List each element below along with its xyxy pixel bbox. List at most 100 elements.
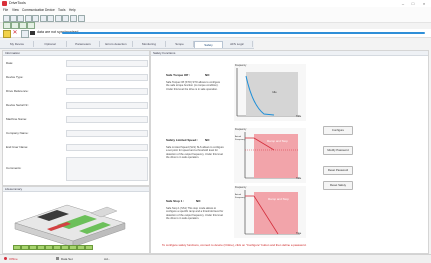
tab-errors-detection[interactable]: Errors detection — [100, 41, 133, 47]
sto-x-label: Time — [296, 115, 302, 118]
sls-graph — [244, 132, 300, 179]
tab-my-device[interactable]: My Device — [1, 41, 34, 47]
offline-status: Offline — [9, 257, 18, 261]
view-grid-icon[interactable] — [3, 22, 11, 29]
sto-chart: Frequency Idle Time — [234, 64, 306, 121]
company-name-field[interactable] — [66, 130, 148, 137]
menu-view[interactable]: View — [12, 8, 19, 12]
ss1-zone-label: Ramp and Stop — [268, 197, 289, 201]
menu-device[interactable]: Device — [45, 8, 55, 12]
sls-state: NO — [205, 138, 210, 142]
status-led-5 — [45, 245, 53, 250]
toolbar — [0, 13, 431, 23]
tab-afs-logic[interactable]: AFS Logic — [222, 41, 253, 47]
tab-scope[interactable]: Scope — [166, 41, 194, 47]
lifesummary-header: Lifesummary — [3, 187, 149, 192]
configure-button[interactable]: Configure — [323, 126, 353, 135]
error-icon: ✕ — [12, 30, 18, 36]
menu-communication[interactable]: Communication — [22, 8, 44, 12]
app-icon — [2, 1, 7, 6]
new-icon[interactable] — [3, 15, 10, 22]
ss1-chart: Frequency Actual Frequency Ramp and Stop… — [234, 186, 306, 238]
open-icon[interactable] — [10, 15, 17, 22]
sls-zone-label: Ramp and Stop — [267, 139, 288, 143]
progress-bar — [62, 32, 425, 34]
comments-field[interactable] — [66, 157, 148, 181]
sls-x-label: Time — [296, 177, 302, 180]
view-chart-icon[interactable] — [19, 22, 27, 29]
device-serial-field[interactable] — [66, 102, 148, 109]
device-type-field[interactable] — [66, 74, 148, 81]
machine-name-field[interactable] — [66, 116, 148, 123]
status-led-9 — [77, 245, 85, 250]
sync-status-row: ✕ data are not synchronized — [0, 29, 431, 38]
status-led-3 — [29, 245, 37, 250]
status-led-1 — [13, 245, 21, 250]
upload-icon[interactable] — [32, 15, 39, 22]
save-icon[interactable] — [17, 15, 24, 22]
minimize-button[interactable]: – — [399, 1, 407, 6]
drive-reference-label: Drive Reference: — [6, 89, 29, 93]
sto-state: NO — [205, 73, 210, 77]
information-panel: Information Date: Device Type: Drive Ref… — [2, 50, 150, 186]
sls-title: Safety Limited Speed : — [166, 138, 199, 142]
menu-tools[interactable]: Tools — [58, 8, 65, 12]
date-field[interactable] — [66, 60, 148, 67]
connect-icon[interactable] — [47, 15, 54, 22]
view-settings-icon[interactable] — [27, 22, 35, 29]
ss1-state: NO — [196, 199, 201, 203]
dataset-status: Data Set — [61, 257, 73, 261]
status-led-7 — [61, 245, 69, 250]
drive-image — [14, 204, 126, 248]
device-serial-label: Device Serial Nr.: — [6, 103, 30, 107]
sto-zone-label: Idle — [272, 90, 277, 94]
machine-name-label: Machine Name: — [6, 117, 28, 121]
device-type-label: Device Type: — [6, 75, 24, 79]
view-list-icon[interactable] — [11, 22, 19, 29]
disconnect-icon[interactable] — [55, 15, 62, 22]
maximize-button[interactable]: □ — [409, 1, 417, 6]
offline-icon — [4, 257, 7, 260]
tab-parameters[interactable]: Parameters — [67, 41, 100, 47]
print-icon[interactable] — [78, 15, 85, 22]
user-status: Ad... — [104, 257, 111, 261]
tab-monitoring[interactable]: Monitoring — [133, 41, 166, 47]
comments-label: Comments: — [6, 166, 22, 170]
lifesummary-panel: Lifesummary — [2, 186, 150, 254]
sto-description: Safe Torque Off (STO) STO allows to conf… — [166, 81, 221, 91]
menu-file[interactable]: File — [3, 8, 8, 12]
device-icon — [3, 30, 11, 38]
download-icon[interactable] — [25, 15, 32, 22]
tab-safety[interactable]: Safety — [194, 41, 223, 48]
ss1-graph — [244, 190, 300, 235]
status-led-2 — [21, 245, 29, 250]
compare-icon[interactable] — [40, 15, 47, 22]
sync-icon[interactable] — [21, 30, 29, 38]
modify-password-button[interactable]: Modify Password — [323, 146, 353, 155]
file-icon — [56, 257, 59, 260]
date-label: Date: — [6, 61, 14, 65]
close-button[interactable]: × — [420, 1, 428, 6]
reset-password-button[interactable]: Reset Password — [323, 166, 353, 175]
status-led-6 — [53, 245, 61, 250]
ss1-description: Safe Stop 1 (SS1) This stop mode allows … — [166, 207, 224, 220]
configure-notice: To configure safety functions, connect t… — [162, 243, 307, 247]
reset-safety-button[interactable]: Reset Safety — [323, 181, 353, 190]
end-user-name-label: End User Name: — [6, 145, 29, 149]
safety-functions-header: Safety Functions — [151, 51, 428, 56]
status-led-4 — [37, 245, 45, 250]
stop-icon[interactable] — [70, 15, 77, 22]
company-name-label: Company Name: — [6, 131, 29, 135]
ss1-x-label: Time — [296, 232, 302, 235]
end-user-name-field[interactable] — [66, 144, 148, 151]
menu-help[interactable]: Help — [69, 8, 76, 12]
sls-description: Safe Limited Speed (SLS) SLS allows to c… — [166, 146, 224, 159]
drive-reference-field[interactable] — [66, 88, 148, 95]
tab-bar: My Device Optional Parameters Errors det… — [0, 40, 254, 49]
ss1-title: Safe Stop 1 : — [166, 199, 185, 203]
status-led-8 — [69, 245, 77, 250]
tab-optional[interactable]: Optional — [34, 41, 67, 47]
sto-title: Safe Torque Off : — [166, 73, 191, 77]
run-icon[interactable] — [62, 15, 69, 22]
status-led-10 — [85, 245, 93, 250]
